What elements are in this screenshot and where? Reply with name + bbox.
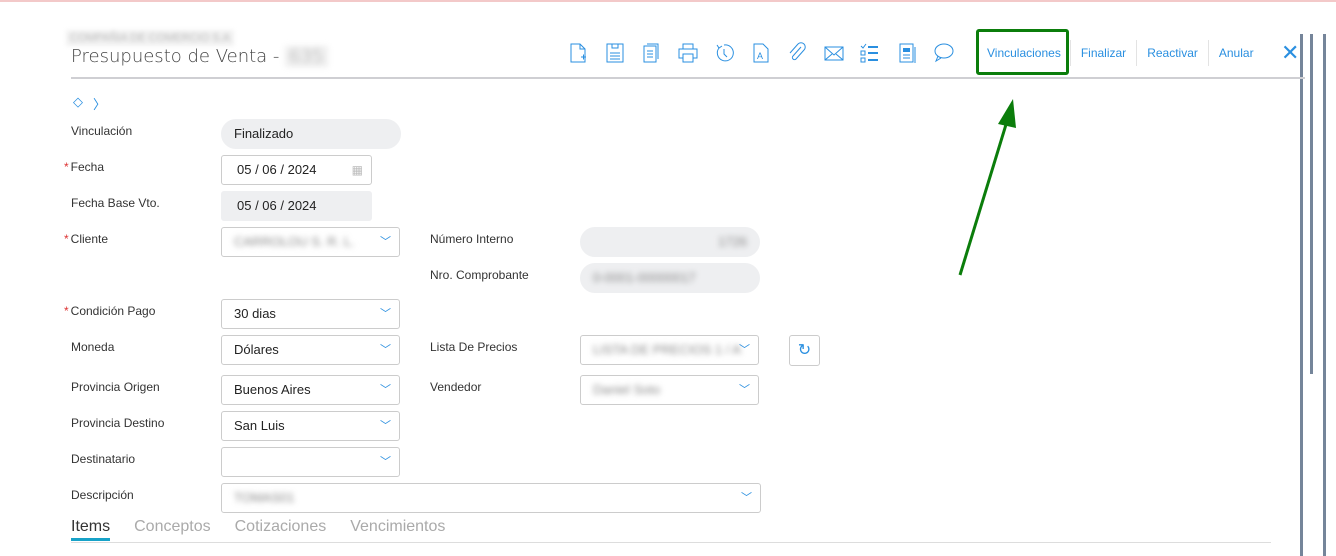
tab-cotizaciones[interactable]: Cotizaciones <box>235 518 327 541</box>
provincia-origen-select[interactable]: Buenos Aires ﹀ <box>221 375 400 405</box>
vinculacion-field: Finalizado <box>221 119 401 149</box>
chevron-down-icon: ﹀ <box>380 344 391 356</box>
chevron-down-icon: ﹀ <box>380 456 391 468</box>
provincia-destino-select[interactable]: San Luis ﹀ <box>221 411 400 441</box>
numero-interno-field: 1726 <box>580 227 760 257</box>
moneda-select[interactable]: Dólares ﹀ <box>221 335 400 365</box>
fecha-label: * Fecha <box>64 160 105 174</box>
chevron-down-icon: ﹀ <box>741 492 752 504</box>
refresh-button[interactable]: ↻ <box>789 335 820 366</box>
lista-precios-select[interactable]: LISTA DE PRECIOS 1 / A ﹀ <box>580 335 759 365</box>
nro-comprobante-field: 0-0001-00000017 <box>580 263 760 293</box>
tab-divider <box>71 542 1271 543</box>
fecha-base-field: 05 / 06 / 2024 <box>221 191 372 221</box>
chevron-down-icon: ﹀ <box>380 308 391 320</box>
moneda-label: Moneda <box>71 340 115 354</box>
chevron-down-icon: ﹀ <box>380 420 391 432</box>
cliente-label: * Cliente <box>64 232 109 246</box>
fecha-base-label: Fecha Base Vto. <box>71 196 160 210</box>
vinculacion-label: Vinculación <box>71 124 133 138</box>
fecha-input[interactable]: 05 / 06 / 2024 ▦ <box>221 155 372 185</box>
tab-vencimientos[interactable]: Vencimientos <box>350 518 445 541</box>
tab-items[interactable]: Items <box>71 518 111 541</box>
descripcion-input[interactable]: TOMAS01 ﹀ <box>221 483 761 513</box>
provincia-origen-label: Provincia Origen <box>71 380 160 394</box>
condicion-pago-select[interactable]: 30 dias ﹀ <box>221 299 400 329</box>
destinatario-select[interactable]: ﹀ <box>221 447 400 477</box>
chevron-down-icon: ﹀ <box>380 236 391 248</box>
chevron-down-icon: ﹀ <box>380 384 391 396</box>
tab-conceptos[interactable]: Conceptos <box>134 518 211 541</box>
destinatario-label: Destinatario <box>71 452 136 466</box>
descripcion-label: Descripción <box>71 488 134 502</box>
condicion-pago-label: * Condición Pago <box>64 304 156 318</box>
calendar-icon: ▦ <box>351 163 363 177</box>
lista-precios-label: Lista De Precios <box>430 340 518 354</box>
provincia-destino-label: Provincia Destino <box>71 416 165 430</box>
chevron-down-icon: ﹀ <box>739 344 750 356</box>
numero-interno-label: Número Interno <box>430 232 514 246</box>
vendedor-label: Vendedor <box>430 380 482 394</box>
nro-comprobante-label: Nro. Comprobante <box>430 268 529 282</box>
chevron-down-icon: ﹀ <box>739 384 750 396</box>
cliente-select[interactable]: CARROLOU S. R. L. ﹀ <box>221 227 400 257</box>
tab-bar: Items Conceptos Cotizaciones Vencimiento… <box>71 518 445 541</box>
vendedor-select[interactable]: Daniel Soto ﹀ <box>580 375 759 405</box>
